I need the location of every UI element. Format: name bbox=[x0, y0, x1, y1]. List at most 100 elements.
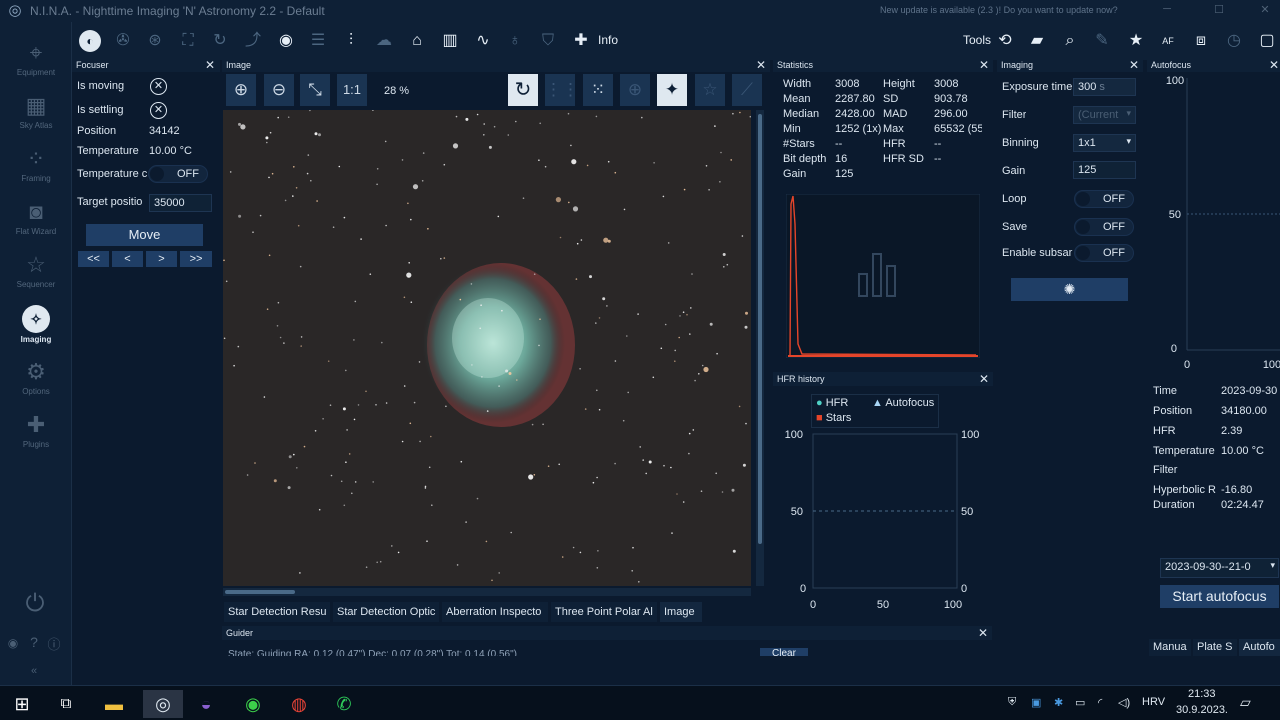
stellarium-icon[interactable]: ◒ bbox=[192, 690, 220, 718]
tab-image[interactable]: Image bbox=[660, 602, 702, 622]
close-image-icon[interactable]: ✕ bbox=[755, 58, 767, 72]
autofocus-run-select[interactable]: 2023-09-30--21-0 ▾ bbox=[1160, 558, 1279, 578]
volume-icon[interactable]: ◁) bbox=[1118, 696, 1130, 709]
filter-select[interactable]: (Current ▾ bbox=[1073, 106, 1136, 124]
whatsapp-icon[interactable]: ✆ bbox=[330, 690, 358, 718]
close-hfr-history-icon[interactable]: ✕ bbox=[978, 372, 990, 386]
sidebar-item-sequencer[interactable]: ☆ Sequencer bbox=[0, 244, 72, 294]
minimize-icon[interactable]: ─ bbox=[1160, 3, 1174, 17]
grid-icon[interactable]: ⧈ bbox=[1190, 30, 1212, 52]
star-detect-icon[interactable]: ⁙ bbox=[583, 74, 613, 106]
zoom-out-icon[interactable]: ⊖ bbox=[264, 74, 294, 106]
exposure-input[interactable]: 300 s bbox=[1073, 78, 1136, 96]
collapse-sidebar-icon[interactable]: « bbox=[22, 665, 46, 677]
tab-three-point-polar[interactable]: Three Point Polar Al bbox=[551, 602, 657, 622]
polar-align-icon[interactable]: ⟲ bbox=[994, 30, 1016, 52]
notifications-icon[interactable]: ▱ bbox=[1240, 694, 1251, 711]
clock-date[interactable]: 30.9.2023. bbox=[1176, 704, 1228, 716]
list-icon[interactable]: ☰ bbox=[307, 30, 329, 52]
subsample-toggle[interactable]: OFF bbox=[1074, 244, 1134, 262]
star-icon[interactable]: ★ bbox=[1125, 30, 1147, 52]
maximize-icon[interactable]: ☐ bbox=[1212, 3, 1226, 17]
close-imaging-panel-icon[interactable]: ✕ bbox=[1128, 58, 1140, 72]
filter-wheel-icon[interactable]: ✇ bbox=[112, 30, 134, 52]
move-left-button[interactable]: < bbox=[112, 251, 143, 267]
focuser-wheel-icon[interactable]: ⊛ bbox=[144, 30, 166, 52]
windows-start-icon[interactable]: ⊞ bbox=[8, 690, 36, 718]
flat-icon[interactable]: ▰ bbox=[1026, 30, 1048, 52]
one-to-one-button[interactable]: 1:1 bbox=[337, 74, 367, 106]
wifi-icon[interactable]: ◜ bbox=[1098, 696, 1102, 709]
search-icon[interactable]: ⌕ bbox=[1059, 30, 1081, 52]
shield-icon[interactable]: ⛉ bbox=[537, 30, 559, 52]
language-indicator[interactable]: HRV bbox=[1142, 696, 1165, 708]
nina-taskbar-icon[interactable]: ◎ bbox=[143, 690, 183, 718]
clock-time[interactable]: 21:33 bbox=[1188, 688, 1216, 700]
tab-plate-solve[interactable]: Plate S bbox=[1193, 639, 1237, 656]
info-label[interactable]: Info bbox=[598, 33, 618, 47]
sidebar-item-imaging[interactable]: ✧ Imaging bbox=[0, 297, 72, 347]
frame-icon[interactable]: ⛶ bbox=[177, 30, 199, 52]
power-icon[interactable]: ⏻ bbox=[20, 590, 50, 620]
autofocus-icon[interactable]: AF bbox=[1157, 30, 1179, 52]
bluetooth-icon[interactable]: ✱ bbox=[1054, 696, 1063, 709]
bulb-icon[interactable]: ♁ bbox=[504, 30, 526, 52]
sidebar-item-equipment[interactable]: ⌖ Equipment bbox=[0, 32, 72, 82]
close-window-icon[interactable]: ✕ bbox=[1258, 3, 1272, 17]
update-notice-link[interactable]: New update is available (2.3 )! Do you w… bbox=[880, 5, 1118, 15]
battery-icon[interactable]: ▭ bbox=[1075, 696, 1085, 709]
close-statistics-icon[interactable]: ✕ bbox=[978, 58, 990, 72]
close-guider-icon[interactable]: ✕ bbox=[977, 626, 989, 640]
zoom-in-icon[interactable]: ⊕ bbox=[226, 74, 256, 106]
binning-select[interactable]: 1x1 ▾ bbox=[1073, 134, 1136, 152]
move-button[interactable]: Move bbox=[86, 224, 203, 246]
phd2-icon[interactable]: ◉ bbox=[239, 690, 267, 718]
sidebar-item-sky-atlas[interactable]: ▦ Sky Atlas bbox=[0, 85, 72, 135]
about-icon[interactable]: ⓘ bbox=[46, 634, 62, 653]
puzzle-toolbar-icon[interactable]: ✚ bbox=[570, 30, 592, 52]
tab-star-detection-options[interactable]: Star Detection Optic bbox=[333, 602, 439, 622]
guider-clear-button[interactable]: Clear bbox=[760, 648, 808, 656]
fit-to-screen-icon[interactable]: ⤡ bbox=[300, 74, 330, 106]
help-icon[interactable]: ? bbox=[26, 634, 42, 650]
security-icon[interactable]: ⛨ bbox=[1008, 696, 1016, 709]
crosshair-icon[interactable]: ⊕ bbox=[620, 74, 650, 106]
rotator-icon[interactable]: ↻ bbox=[209, 30, 231, 52]
sidebar-item-framing[interactable]: ⁘ Framing bbox=[0, 138, 72, 188]
eye-icon[interactable]: ◉ bbox=[5, 636, 21, 650]
auto-stretch-icon[interactable]: ↻ bbox=[508, 74, 538, 106]
history-icon[interactable]: ◷ bbox=[1223, 30, 1245, 52]
capture-button[interactable]: ✺ bbox=[1011, 278, 1128, 301]
sliders-icon[interactable]: ⫶ bbox=[340, 30, 362, 52]
camera-icon[interactable]: ◐ bbox=[79, 30, 101, 52]
tab-star-detection-result[interactable]: Star Detection Resu bbox=[224, 602, 330, 622]
gain-input[interactable]: 125 bbox=[1073, 161, 1136, 179]
telescope-tool-icon[interactable]: ⤴ bbox=[242, 30, 264, 52]
bar-chart-icon[interactable]: ▥ bbox=[439, 30, 461, 52]
sidebar-item-flat-wizard[interactable]: ◙ Flat Wizard bbox=[0, 191, 72, 241]
star-annotate-icon[interactable]: ☆ bbox=[695, 74, 725, 106]
tab-manual[interactable]: Manua bbox=[1149, 639, 1191, 656]
weather-icon[interactable]: ☁ bbox=[373, 30, 395, 52]
captured-image[interactable] bbox=[223, 110, 751, 586]
sidebar-item-options[interactable]: ⚙ Options bbox=[0, 351, 72, 401]
tab-autofocus[interactable]: Autofo bbox=[1239, 639, 1280, 656]
dome-icon[interactable]: ⌂ bbox=[406, 30, 428, 52]
close-focuser-icon[interactable]: ✕ bbox=[204, 58, 216, 72]
move-far-right-button[interactable]: >> bbox=[180, 251, 212, 267]
temp-comp-toggle[interactable]: OFF bbox=[148, 165, 208, 183]
file-explorer-icon[interactable]: ▬ bbox=[100, 690, 128, 718]
wave-icon[interactable]: ∿ bbox=[472, 30, 494, 52]
panel-icon[interactable]: ▢ bbox=[1256, 30, 1278, 52]
loop-toggle[interactable]: OFF bbox=[1074, 190, 1134, 208]
app-tray-icon[interactable]: ▣ bbox=[1031, 696, 1041, 709]
plate-solve-icon[interactable]: ⟋ bbox=[732, 74, 762, 106]
sidebar-item-plugins[interactable]: ✚ Plugins bbox=[0, 404, 72, 454]
close-autofocus-icon[interactable]: ✕ bbox=[1268, 58, 1280, 72]
chrome-icon[interactable]: ◍ bbox=[285, 690, 313, 718]
save-toggle[interactable]: OFF bbox=[1074, 218, 1134, 236]
tab-aberration-inspector[interactable]: Aberration Inspecto bbox=[442, 602, 548, 622]
vertical-scrollbar[interactable] bbox=[756, 110, 764, 586]
magic-wand-icon[interactable]: ✦ bbox=[657, 74, 687, 106]
move-far-left-button[interactable]: << bbox=[78, 251, 109, 267]
